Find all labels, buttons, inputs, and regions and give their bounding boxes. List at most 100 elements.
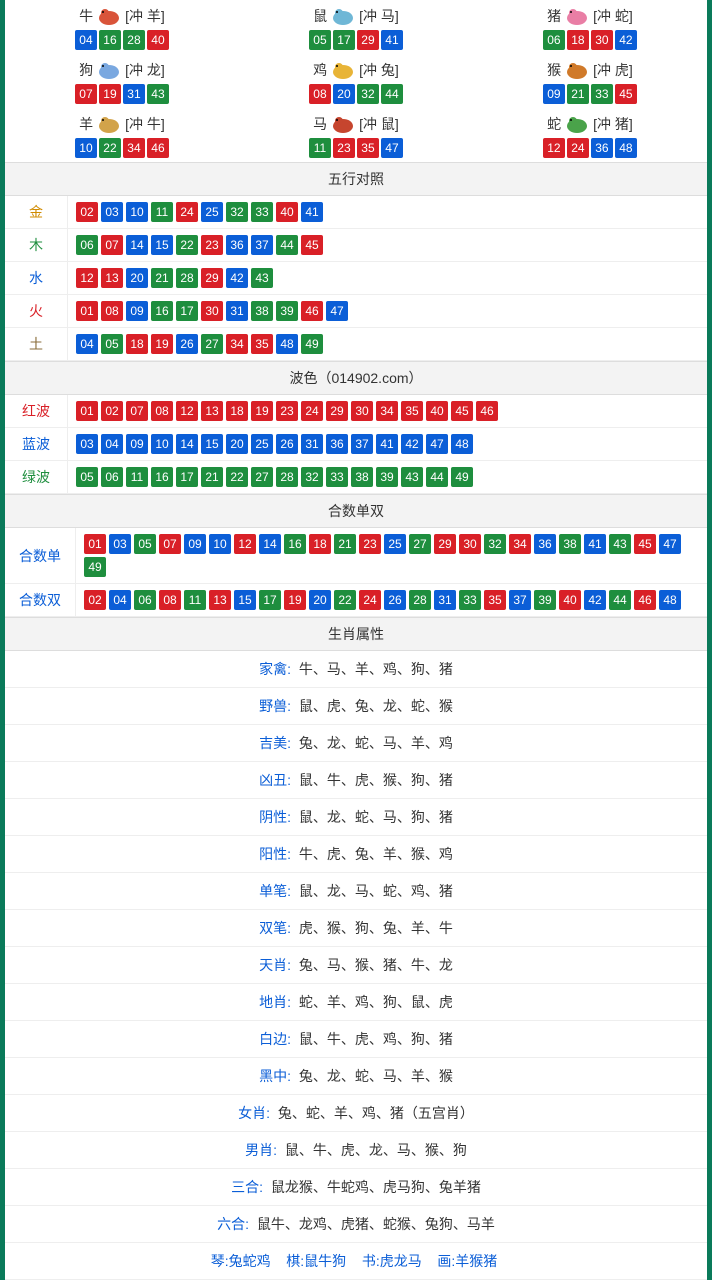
number-ball: 21 [151,268,173,288]
row-label: 水 [5,262,68,295]
number-ball: 04 [76,334,98,354]
number-ball: 48 [615,138,637,158]
number-ball: 29 [357,30,379,50]
number-ball: 15 [234,590,256,610]
zodiac-cell: 狗 [冲 龙] 07193143 [5,54,239,108]
number-ball: 20 [309,590,331,610]
number-ball: 17 [176,467,198,487]
number-ball: 07 [159,534,181,554]
zodiac-name: 鼠 [313,6,327,26]
attr-value: 鼠、虎、兔、龙、蛇、猴 [299,698,453,714]
number-ball: 36 [326,434,348,454]
number-ball: 18 [567,30,589,50]
row-balls: 06071415222336374445 [76,235,699,255]
attr-key: 双笔: [259,920,291,936]
zodiac-cell: 猪 [冲 蛇] 06183042 [473,0,707,54]
number-ball: 23 [359,534,381,554]
number-ball: 44 [381,84,403,104]
number-ball: 31 [226,301,248,321]
attr-value: 鼠牛、龙鸡、虎猪、蛇猴、兔狗、马羊 [257,1216,495,1232]
footer-d: 画:羊猴猪 [437,1253,497,1269]
number-ball: 20 [226,434,248,454]
number-ball: 31 [123,84,145,104]
number-ball: 45 [451,401,473,421]
zodiac-cell: 鸡 [冲 兔] 08203244 [239,54,473,108]
number-ball: 32 [484,534,506,554]
number-ball: 09 [184,534,206,554]
goat-icon [95,114,123,134]
attr-row: 女肖: 兔、蛇、羊、鸡、猪（五宫肖） [5,1095,707,1132]
attrs-list: 家禽: 牛、马、羊、鸡、狗、猪 野兽: 鼠、虎、兔、龙、蛇、猴 吉美: 兔、龙、… [5,651,707,1243]
number-ball: 32 [301,467,323,487]
zodiac-name: 马 [313,114,327,134]
attr-key: 阴性: [259,809,291,825]
table-row: 金 02031011242532334041 [5,196,707,229]
zodiac-cell: 鼠 [冲 马] 05172941 [239,0,473,54]
row-balls: 02031011242532334041 [76,202,699,222]
horse-icon [329,114,357,134]
number-ball: 47 [426,434,448,454]
zodiac-clash: [冲 牛] [125,114,165,134]
row-balls: 03040910141520252631363741424748 [76,434,699,454]
attr-row: 家禽: 牛、马、羊、鸡、狗、猪 [5,651,707,688]
number-ball: 03 [101,202,123,222]
attr-key: 家禽: [259,661,291,677]
number-ball: 20 [333,84,355,104]
attr-key: 三合: [231,1179,263,1195]
number-ball: 38 [559,534,581,554]
attr-key: 单笔: [259,883,291,899]
attr-value: 兔、马、猴、猪、牛、龙 [299,957,453,973]
zodiac-balls: 05172941 [239,30,473,50]
number-ball: 24 [567,138,589,158]
number-ball: 47 [326,301,348,321]
number-ball: 19 [99,84,121,104]
number-ball: 19 [151,334,173,354]
number-ball: 45 [615,84,637,104]
attr-value: 牛、虎、兔、羊、猴、鸡 [299,846,453,862]
number-ball: 28 [123,30,145,50]
number-ball: 07 [75,84,97,104]
number-ball: 44 [276,235,298,255]
number-ball: 45 [634,534,656,554]
number-ball: 04 [109,590,131,610]
number-ball: 36 [591,138,613,158]
number-ball: 12 [234,534,256,554]
number-ball: 37 [351,434,373,454]
number-ball: 32 [357,84,379,104]
attr-value: 兔、蛇、羊、鸡、猪（五宫肖） [278,1105,474,1121]
zodiac-name: 猪 [547,6,561,26]
number-ball: 16 [284,534,306,554]
attr-row: 地肖: 蛇、羊、鸡、狗、鼠、虎 [5,984,707,1021]
number-ball: 08 [159,590,181,610]
table-row: 绿波 05061116172122272832333839434449 [5,461,707,494]
table-row: 红波 0102070812131819232429303435404546 [5,395,707,428]
number-ball: 48 [451,434,473,454]
number-ball: 31 [434,590,456,610]
number-ball: 12 [543,138,565,158]
number-ball: 09 [543,84,565,104]
table-row: 土 04051819262734354849 [5,328,707,361]
number-ball: 14 [176,434,198,454]
number-ball: 12 [176,401,198,421]
number-ball: 47 [381,138,403,158]
number-ball: 33 [591,84,613,104]
row-label: 木 [5,229,68,262]
number-ball: 07 [126,401,148,421]
number-ball: 05 [76,467,98,487]
number-ball: 33 [459,590,481,610]
number-ball: 36 [226,235,248,255]
number-ball: 39 [534,590,556,610]
number-ball: 02 [101,401,123,421]
number-ball: 28 [276,467,298,487]
table-row: 合数单 010305070910121416182123252729303234… [5,528,707,584]
footer-row: 琴:兔蛇鸡 棋:鼠牛狗 书:虎龙马 画:羊猴猪 [5,1243,707,1280]
number-ball: 16 [99,30,121,50]
row-balls: 0102070812131819232429303435404546 [76,401,699,421]
number-ball: 23 [201,235,223,255]
number-ball: 02 [84,590,106,610]
row-label: 绿波 [5,461,68,494]
row-balls: 1213202128294243 [76,268,699,288]
number-ball: 17 [333,30,355,50]
number-ball: 39 [376,467,398,487]
attr-row: 野兽: 鼠、虎、兔、龙、蛇、猴 [5,688,707,725]
